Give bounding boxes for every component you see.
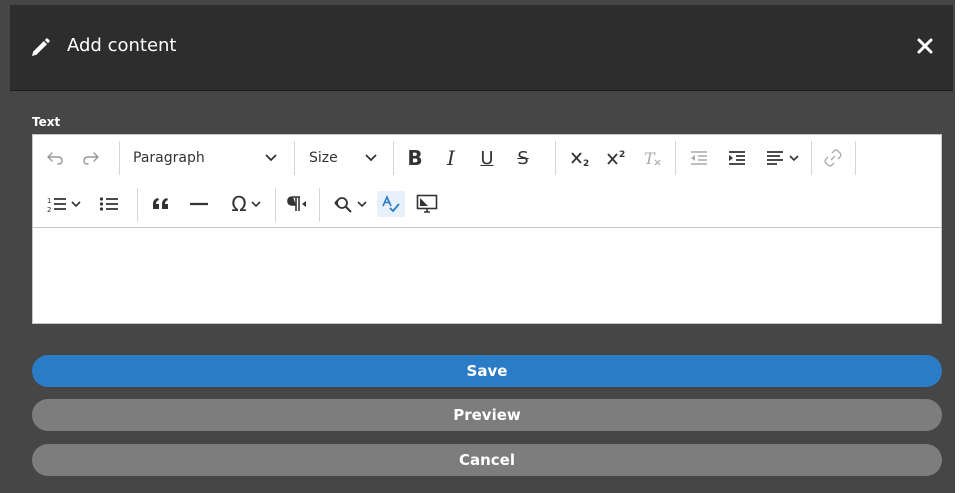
find-replace-icon	[333, 195, 353, 213]
svg-text:2: 2	[47, 206, 51, 213]
chevron-down-icon	[365, 154, 377, 162]
outdent-icon[interactable]	[685, 145, 713, 171]
toolbar-separator	[855, 141, 856, 175]
cancel-button[interactable]: Cancel	[32, 444, 942, 476]
rich-text-editor: Paragraph Size B I U S 2 2 T 1 2 Ω	[32, 134, 942, 324]
bulleted-list-icon[interactable]	[95, 191, 123, 217]
toolbar-separator	[319, 188, 320, 222]
omega-icon: Ω	[231, 192, 247, 216]
redo-icon[interactable]	[77, 145, 105, 171]
toolbar-separator	[137, 188, 138, 222]
chevron-down-icon	[789, 154, 799, 162]
text-field-label: Text	[32, 115, 61, 129]
numbered-list-icon: 12	[47, 195, 67, 213]
toolbar-separator	[275, 188, 276, 222]
font-size-dropdown[interactable]: Size	[301, 145, 385, 171]
find-replace-dropdown[interactable]	[327, 191, 373, 217]
font-size-label: Size	[309, 150, 338, 166]
dialog-header: Add content	[10, 5, 953, 91]
underline-button[interactable]: U	[473, 145, 501, 171]
undo-icon[interactable]	[41, 145, 69, 171]
toolbar-separator	[555, 141, 556, 175]
chevron-down-icon	[357, 200, 367, 208]
toolbar-separator	[811, 141, 812, 175]
blockquote-icon[interactable]	[147, 191, 175, 217]
svg-text:2: 2	[619, 150, 625, 160]
add-content-dialog: Add content Text Paragraph Size B I U S …	[0, 0, 963, 493]
toolbar-separator	[393, 141, 394, 175]
dialog-body: Text Paragraph Size B I U S 2 2 T 1 2 Ω …	[10, 91, 953, 493]
chevron-down-icon	[265, 154, 277, 162]
svg-text:T: T	[644, 149, 656, 167]
page-background	[955, 0, 963, 493]
spellcheck-icon[interactable]	[377, 191, 405, 217]
chevron-down-icon	[251, 200, 261, 208]
source-editing-icon[interactable]	[413, 191, 441, 217]
close-icon[interactable]	[915, 36, 935, 56]
link-icon[interactable]	[819, 145, 847, 171]
remove-format-icon[interactable]: T	[639, 145, 667, 171]
toolbar-separator	[119, 141, 120, 175]
superscript-icon[interactable]: 2	[603, 145, 631, 171]
svg-text:2: 2	[583, 159, 589, 167]
numbered-list-dropdown[interactable]: 12	[41, 191, 87, 217]
subscript-icon[interactable]: 2	[567, 145, 595, 171]
svg-text:1: 1	[47, 197, 51, 205]
strikethrough-button[interactable]: S	[509, 145, 537, 171]
bold-button[interactable]: B	[401, 145, 429, 171]
horizontal-line-icon[interactable]	[185, 191, 213, 217]
editor-toolbar: Paragraph Size B I U S 2 2 T 1 2 Ω	[33, 135, 941, 228]
dialog-title: Add content	[67, 35, 177, 56]
save-button[interactable]: Save	[32, 355, 942, 387]
toolbar-separator	[675, 141, 676, 175]
chevron-down-icon	[71, 200, 81, 208]
paragraph-format-dropdown[interactable]: Paragraph	[125, 145, 285, 171]
show-blocks-icon[interactable]	[283, 191, 311, 217]
indent-icon[interactable]	[723, 145, 751, 171]
pencil-icon	[29, 37, 51, 59]
special-characters-dropdown[interactable]: Ω	[223, 191, 269, 217]
preview-button[interactable]: Preview	[32, 399, 942, 431]
italic-button[interactable]: I	[437, 145, 465, 171]
toolbar-separator	[294, 141, 295, 175]
alignment-dropdown[interactable]	[759, 145, 805, 171]
editor-content-area[interactable]	[33, 228, 941, 323]
paragraph-format-label: Paragraph	[133, 150, 205, 166]
